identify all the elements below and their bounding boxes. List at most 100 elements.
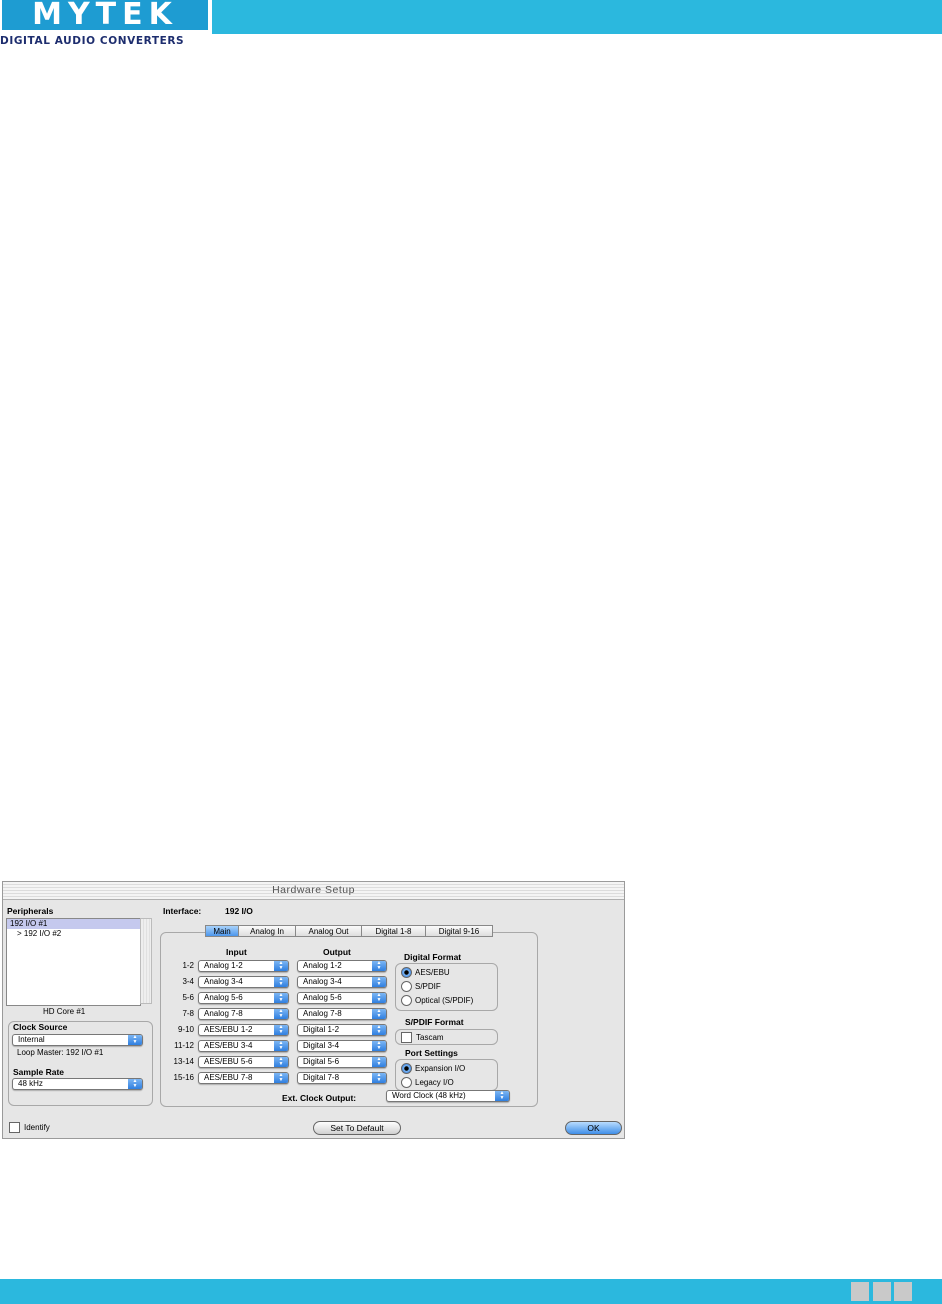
footer-bar [0, 1279, 942, 1304]
input-value: Analog 7-8 [204, 1009, 243, 1018]
radio-aes-ebu[interactable] [401, 967, 412, 978]
row-label: 15-16 [173, 1073, 194, 1082]
input-select-3-4[interactable]: Analog 3-4 ▲ ▼ [198, 976, 289, 988]
window-titlebar[interactable]: Hardware Setup [3, 882, 624, 900]
tab-digital-9-16[interactable]: Digital 9-16 [425, 925, 493, 937]
input-select-13-14[interactable]: AES/EBU 5-6 ▲ ▼ [198, 1056, 289, 1068]
tascam-checkbox[interactable] [401, 1032, 412, 1043]
input-header: Input [226, 947, 247, 957]
ok-button[interactable]: OK [565, 1121, 622, 1135]
digital-format-option: S/PDIF [415, 982, 441, 991]
output-select-5-6[interactable]: Analog 5-6 ▲ ▼ [297, 992, 387, 1004]
peripheral-item-1[interactable]: 192 I/O #1 [7, 919, 140, 929]
peripheral-item-2[interactable]: > 192 I/O #2 [7, 929, 140, 939]
tab-main[interactable]: Main [205, 925, 239, 937]
output-value: Digital 7-8 [303, 1073, 340, 1082]
tab-analog-out[interactable]: Analog Out [295, 925, 362, 937]
peripherals-scrollbar[interactable] [140, 918, 152, 1004]
output-value: Analog 5-6 [303, 993, 342, 1002]
output-select-9-10[interactable]: Digital 1-2 ▲ ▼ [297, 1024, 387, 1036]
popup-arrows-icon: ▲ ▼ [372, 961, 386, 971]
input-value: AES/EBU 3-4 [204, 1041, 253, 1050]
radio-spdif[interactable] [401, 981, 412, 992]
popup-arrows-icon: ▲ ▼ [372, 993, 386, 1003]
popup-arrows-icon: ▲ ▼ [274, 961, 288, 971]
hd-core-label: HD Core #1 [43, 1007, 86, 1016]
popup-arrows-icon: ▲ ▼ [274, 977, 288, 987]
sample-rate-select[interactable]: 48 kHz ▲ ▼ [12, 1078, 143, 1090]
input-value: Analog 5-6 [204, 993, 243, 1002]
digital-format-option: Optical (S/PDIF) [415, 996, 474, 1005]
tab-analog-in[interactable]: Analog In [238, 925, 296, 937]
logo-text: MYTEK [2, 0, 208, 30]
row-label: 13-14 [173, 1057, 194, 1066]
popup-arrows-icon: ▲ ▼ [495, 1091, 509, 1101]
digital-format-option: AES/EBU [415, 968, 450, 977]
output-select-3-4[interactable]: Analog 3-4 ▲ ▼ [297, 976, 387, 988]
port-settings-label: Port Settings [405, 1048, 458, 1058]
input-value: AES/EBU 7-8 [204, 1073, 253, 1082]
input-select-15-16[interactable]: AES/EBU 7-8 ▲ ▼ [198, 1072, 289, 1084]
popup-arrows-icon: ▲ ▼ [274, 1041, 288, 1051]
output-value: Analog 7-8 [303, 1009, 342, 1018]
input-select-11-12[interactable]: AES/EBU 3-4 ▲ ▼ [198, 1040, 289, 1052]
brand-logo: MYTEK [0, 0, 212, 34]
footer-square [851, 1282, 869, 1301]
popup-arrows-icon: ▲ ▼ [274, 1025, 288, 1035]
row-label: 9-10 [177, 1025, 194, 1034]
input-select-5-6[interactable]: Analog 5-6 ▲ ▼ [198, 992, 289, 1004]
port-settings-option: Expansion I/O [415, 1064, 466, 1073]
popup-arrows-icon: ▲ ▼ [274, 1073, 288, 1083]
interface-value: 192 I/O [225, 906, 253, 916]
sample-rate-label: Sample Rate [13, 1067, 65, 1077]
popup-arrows-icon: ▲ ▼ [372, 1041, 386, 1051]
output-value: Analog 3-4 [303, 977, 342, 986]
input-select-7-8[interactable]: Analog 7-8 ▲ ▼ [198, 1008, 289, 1020]
output-header: Output [323, 947, 351, 957]
sample-rate-value: 48 kHz [18, 1079, 43, 1088]
popup-arrows-icon: ▲ ▼ [274, 993, 288, 1003]
ext-clock-label: Ext. Clock Output: [282, 1093, 357, 1103]
ext-clock-select[interactable]: Word Clock (48 kHz) ▲ ▼ [386, 1090, 510, 1102]
tab-digital-1-8[interactable]: Digital 1-8 [361, 925, 426, 937]
row-label: 7-8 [182, 1009, 194, 1018]
radio-legacy-io[interactable] [401, 1077, 412, 1088]
interface-label: Interface: [163, 906, 202, 916]
window-title: Hardware Setup [272, 884, 355, 896]
digital-format-label: Digital Format [404, 952, 462, 962]
row-label: 5-6 [182, 993, 194, 1002]
popup-arrows-icon: ▲ ▼ [274, 1057, 288, 1067]
output-value: Analog 1-2 [303, 961, 342, 970]
output-select-11-12[interactable]: Digital 3-4 ▲ ▼ [297, 1040, 387, 1052]
popup-arrows-icon: ▲ ▼ [372, 1009, 386, 1019]
clock-source-select[interactable]: Internal ▲ ▼ [12, 1034, 143, 1046]
clock-source-value: Internal [18, 1035, 45, 1044]
row-label: 3-4 [182, 977, 194, 986]
peripherals-label: Peripherals [7, 906, 54, 916]
output-select-1-2[interactable]: Analog 1-2 ▲ ▼ [297, 960, 387, 972]
input-value: Analog 1-2 [204, 961, 243, 970]
radio-expansion-io[interactable] [401, 1063, 412, 1074]
input-select-1-2[interactable]: Analog 1-2 ▲ ▼ [198, 960, 289, 972]
spdif-format-label: S/PDIF Format [405, 1017, 464, 1027]
identify-checkbox[interactable] [9, 1122, 20, 1133]
output-select-15-16[interactable]: Digital 7-8 ▲ ▼ [297, 1072, 387, 1084]
hardware-setup-window: Hardware Setup Peripherals 192 I/O #1 > … [2, 881, 625, 1139]
popup-arrows-icon: ▲ ▼ [372, 1025, 386, 1035]
input-value: AES/EBU 5-6 [204, 1057, 253, 1066]
peripherals-list[interactable]: 192 I/O #1 > 192 I/O #2 [6, 918, 141, 1006]
input-value: Analog 3-4 [204, 977, 243, 986]
popup-arrows-icon: ▲ ▼ [372, 1057, 386, 1067]
popup-arrows-icon: ▲ ▼ [274, 1009, 288, 1019]
identify-label: Identify [24, 1123, 50, 1132]
output-value: Digital 5-6 [303, 1057, 340, 1066]
output-select-7-8[interactable]: Analog 7-8 ▲ ▼ [297, 1008, 387, 1020]
port-settings-option: Legacy I/O [415, 1078, 454, 1087]
set-to-default-button[interactable]: Set To Default [313, 1121, 401, 1135]
radio-optical[interactable] [401, 995, 412, 1006]
ext-clock-value: Word Clock (48 kHz) [392, 1091, 466, 1100]
row-label: 11-12 [174, 1041, 194, 1050]
popup-arrows-icon: ▲ ▼ [128, 1035, 142, 1045]
output-select-13-14[interactable]: Digital 5-6 ▲ ▼ [297, 1056, 387, 1068]
input-select-9-10[interactable]: AES/EBU 1-2 ▲ ▼ [198, 1024, 289, 1036]
